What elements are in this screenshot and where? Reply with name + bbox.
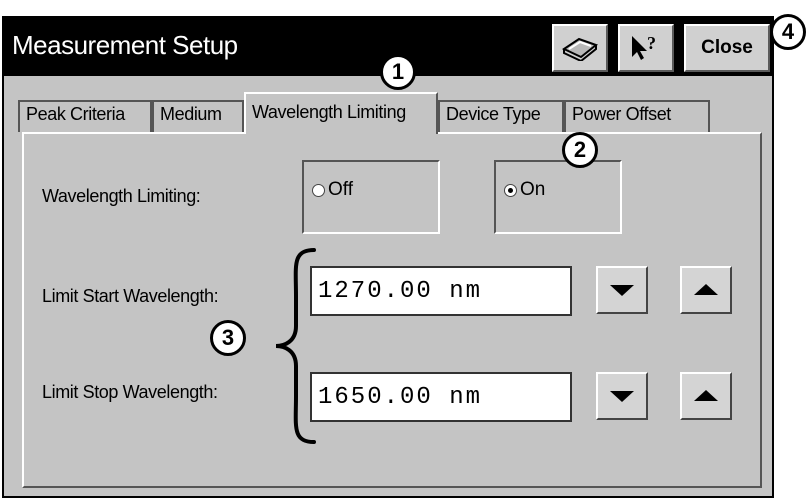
pointer-question-icon: ?: [632, 33, 656, 60]
whats-this-button[interactable]: ?: [618, 24, 674, 72]
radio-off-label: Off: [328, 179, 353, 200]
measurement-setup-dialog: Measurement Setup ? Close Peak Criteria …: [2, 16, 774, 498]
tab-wavelength-limiting[interactable]: Wavelength Limiting: [244, 92, 438, 134]
close-button[interactable]: Close: [684, 24, 770, 72]
callout-2: 2: [562, 132, 598, 168]
arrow-up-icon: [694, 390, 718, 401]
callout-4: 4: [770, 14, 806, 50]
book-help-icon: [561, 37, 599, 61]
wavelength-limiting-label: Wavelength Limiting:: [42, 186, 201, 206]
help-button[interactable]: [552, 24, 608, 72]
arrow-down-icon: [610, 285, 634, 296]
limit-stop-decrease-button[interactable]: [596, 372, 648, 420]
limit-start-input[interactable]: 1270.00 nm: [310, 266, 572, 316]
limit-stop-label: Limit Stop Wavelength:: [42, 382, 218, 402]
radio-on[interactable]: On: [494, 160, 622, 234]
dialog-title: Measurement Setup: [12, 30, 238, 60]
arrow-down-icon: [610, 391, 634, 402]
tab-medium[interactable]: Medium: [152, 100, 244, 132]
svg-text:?: ?: [647, 33, 656, 53]
limit-stop-increase-button[interactable]: [680, 372, 732, 420]
limit-stop-input[interactable]: 1650.00 nm: [310, 372, 572, 422]
radio-off[interactable]: Off: [302, 160, 440, 234]
radio-off-indicator[interactable]: [312, 184, 325, 197]
limit-start-increase-button[interactable]: [680, 266, 732, 314]
radio-on-label: On: [520, 179, 546, 200]
arrow-up-icon: [694, 284, 718, 295]
tab-panel: Wavelength Limiting: Off On Limit Start …: [22, 132, 762, 488]
tab-power-offset[interactable]: Power Offset: [564, 100, 710, 132]
tab-device-type[interactable]: Device Type: [438, 100, 564, 132]
limit-start-label: Limit Start Wavelength:: [42, 286, 219, 306]
limit-start-decrease-button[interactable]: [596, 266, 648, 314]
callout-3: 3: [210, 320, 246, 356]
callout-1: 1: [380, 54, 416, 90]
tab-peak-criteria[interactable]: Peak Criteria: [18, 100, 152, 132]
radio-on-indicator[interactable]: [504, 184, 517, 197]
